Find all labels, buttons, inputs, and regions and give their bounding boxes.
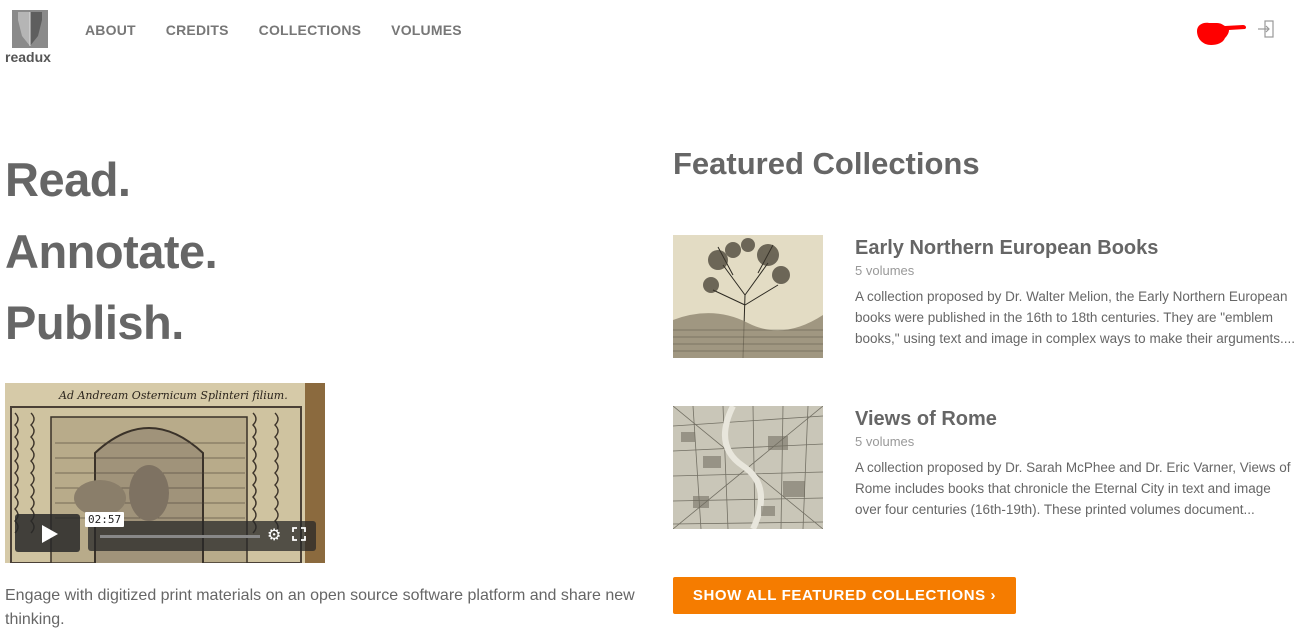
gear-icon[interactable]: ⚙ [267, 528, 281, 544]
collection-description: A collection proposed by Dr. Sarah McPhe… [855, 460, 1291, 517]
tree-engraving-image [673, 235, 823, 358]
tagline: Engage with digitized print materials on… [5, 587, 635, 628]
collection-title-link[interactable]: Views of Rome [855, 408, 1300, 431]
collection-description: A collection proposed by Dr. Walter Meli… [855, 289, 1296, 346]
nav-volumes[interactable]: VOLUMES [391, 22, 462, 38]
readux-logo-icon [12, 10, 48, 48]
play-button[interactable] [15, 514, 80, 552]
collection-info: Early Northern European Books 5 volumes … [855, 235, 1300, 349]
hero-read: Read. [5, 153, 131, 206]
collection-card: Early Northern European Books 5 volumes … [673, 235, 1303, 360]
volume-count: 5 volumes [855, 434, 915, 449]
logo-text: readux [5, 49, 51, 65]
video-caption-text: Ad Andream Osternicum Splinteri filium. [58, 389, 288, 402]
hero-annotate: Annotate. [5, 225, 218, 278]
nav-collections[interactable]: COLLECTIONS [259, 22, 362, 38]
pointing-hand-icon [1197, 22, 1247, 45]
nav-about[interactable]: ABOUT [85, 22, 136, 38]
main-nav: ABOUT CREDITS COLLECTIONS VOLUMES [85, 22, 492, 38]
collection-thumbnail[interactable] [673, 235, 823, 358]
video-time-tooltip: 02:57 [85, 512, 125, 527]
collection-info: Views of Rome 5 volumes A collection pro… [855, 406, 1300, 520]
hero-publish: Publish. [5, 296, 184, 349]
logo[interactable]: readux [5, 10, 57, 65]
volume-count: 5 volumes [855, 263, 915, 278]
sign-in-icon[interactable] [1258, 20, 1274, 38]
collection-card: Views of Rome 5 volumes A collection pro… [673, 406, 1303, 531]
collection-title-link[interactable]: Early Northern European Books [855, 237, 1300, 260]
nav-credits[interactable]: CREDITS [166, 22, 229, 38]
featured-collections-heading: Featured Collections [673, 146, 980, 181]
collection-thumbnail[interactable] [673, 406, 823, 529]
show-all-featured-collections-button[interactable]: SHOW ALL FEATURED COLLECTIONS › [673, 577, 1016, 614]
intro-video[interactable]: Ad Andream Osternicum Splinteri filium. … [5, 383, 325, 563]
video-progress-bar[interactable] [100, 535, 260, 538]
fullscreen-icon[interactable] [292, 527, 306, 541]
rome-map-image [673, 406, 823, 529]
